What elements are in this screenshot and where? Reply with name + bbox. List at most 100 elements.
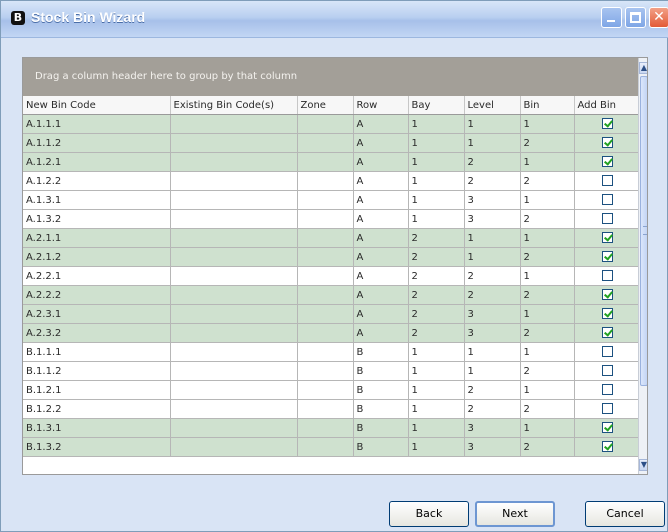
add-bin-checkbox[interactable] [602, 118, 613, 130]
group-by-panel[interactable]: Drag a column header here to group by th… [23, 58, 638, 96]
table-row[interactable]: A.1.2.2 A 1 2 2 [23, 171, 639, 191]
table-row[interactable]: A.1.1.1 A 1 1 1 [23, 114, 639, 134]
cell-row: A [353, 152, 409, 172]
cell-code: B.1.3.2 [23, 437, 171, 457]
add-bin-checkbox[interactable] [602, 441, 613, 453]
cell-row: A [353, 247, 409, 267]
title-bar[interactable]: B Stock Bin Wizard ✕ [1, 1, 668, 38]
column-header[interactable]: Existing Bin Code(s) [170, 96, 298, 115]
cell-zone [297, 247, 354, 267]
table-row[interactable]: A.2.2.2 A 2 2 2 [23, 285, 639, 305]
add-bin-checkbox[interactable] [602, 346, 613, 358]
table-row[interactable]: A.2.3.2 A 2 3 2 [23, 323, 639, 343]
cell-level: 1 [464, 342, 521, 362]
column-header[interactable]: Level [464, 96, 521, 115]
cell-code: B.1.2.1 [23, 380, 171, 400]
cell-zone [297, 418, 354, 438]
cell-row: B [353, 361, 409, 381]
table-row[interactable]: A.1.1.2 A 1 1 2 [23, 133, 639, 153]
add-bin-checkbox[interactable] [602, 251, 613, 263]
cell-bay: 1 [408, 399, 465, 419]
cell-existing [170, 399, 298, 419]
table-row[interactable]: B.1.3.2 B 1 3 2 [23, 437, 639, 457]
table-row[interactable]: A.2.3.1 A 2 3 1 [23, 304, 639, 324]
cell-row: A [353, 228, 409, 248]
scroll-down-button[interactable]: ▼ [639, 459, 647, 471]
add-bin-checkbox[interactable] [602, 365, 613, 377]
add-bin-checkbox[interactable] [602, 194, 613, 206]
cell-add-bin [574, 114, 639, 134]
cell-row: B [353, 342, 409, 362]
table-row[interactable]: A.2.1.2 A 2 1 2 [23, 247, 639, 267]
cell-add-bin [574, 209, 639, 229]
add-bin-checkbox[interactable] [602, 232, 613, 244]
add-bin-checkbox[interactable] [602, 213, 613, 225]
table-row[interactable]: A.1.3.1 A 1 3 1 [23, 190, 639, 210]
add-bin-checkbox[interactable] [602, 175, 613, 187]
cell-bay: 1 [408, 380, 465, 400]
cell-code: B.1.3.1 [23, 418, 171, 438]
cell-code: A.1.2.1 [23, 152, 171, 172]
close-button[interactable]: ✕ [649, 7, 668, 28]
table-row[interactable]: A.2.1.1 A 2 1 1 [23, 228, 639, 248]
vertical-scrollbar[interactable]: ▲ ▼ [638, 58, 647, 474]
table-row[interactable]: B.1.2.2 B 1 2 2 [23, 399, 639, 419]
cell-zone [297, 152, 354, 172]
add-bin-checkbox[interactable] [602, 270, 613, 282]
cancel-button[interactable]: Cancel [585, 501, 665, 527]
column-header[interactable]: Bin [520, 96, 575, 115]
cell-existing [170, 190, 298, 210]
cell-level: 3 [464, 418, 521, 438]
table-row[interactable]: A.2.2.1 A 2 2 1 [23, 266, 639, 286]
next-button[interactable]: Next [475, 501, 555, 527]
add-bin-checkbox[interactable] [602, 422, 613, 434]
grid-body: A.1.1.1 A 1 1 1 A.1.1.2 A 1 1 2 A.1.2.1 A 1 2 1 A.1.2.2… [23, 114, 639, 457]
cell-bin: 1 [520, 266, 575, 286]
cell-add-bin [574, 342, 639, 362]
scroll-up-button[interactable]: ▲ [639, 62, 647, 74]
table-row[interactable]: B.1.1.2 B 1 1 2 [23, 361, 639, 381]
cell-bay: 1 [408, 190, 465, 210]
grip-icon [643, 226, 647, 235]
add-bin-checkbox[interactable] [602, 156, 613, 168]
table-row[interactable]: A.1.2.1 A 1 2 1 [23, 152, 639, 172]
column-header[interactable]: Zone [297, 96, 354, 115]
cell-add-bin [574, 361, 639, 381]
cell-existing [170, 418, 298, 438]
cell-bin: 1 [520, 418, 575, 438]
add-bin-checkbox[interactable] [602, 289, 613, 301]
column-header[interactable]: Add Bin [574, 96, 639, 115]
header-row: New Bin Code Existing Bin Code(s) Zone Row B… [23, 96, 639, 115]
cell-row: A [353, 304, 409, 324]
cell-level: 1 [464, 361, 521, 381]
add-bin-checkbox[interactable] [602, 384, 613, 396]
cell-zone [297, 323, 354, 343]
cell-level: 1 [464, 228, 521, 248]
table-row[interactable]: B.1.3.1 B 1 3 1 [23, 418, 639, 438]
cell-add-bin [574, 190, 639, 210]
back-button[interactable]: Back [389, 501, 469, 527]
table-row[interactable]: B.1.1.1 B 1 1 1 [23, 342, 639, 362]
cell-bin: 2 [520, 361, 575, 381]
column-header[interactable]: New Bin Code [23, 96, 171, 115]
maximize-button[interactable] [625, 7, 646, 28]
cell-zone [297, 190, 354, 210]
add-bin-checkbox[interactable] [602, 308, 613, 320]
cell-bin: 2 [520, 437, 575, 457]
add-bin-checkbox[interactable] [602, 403, 613, 415]
cell-add-bin [574, 171, 639, 191]
maximize-icon [630, 12, 641, 23]
column-header[interactable]: Row [353, 96, 409, 115]
cell-level: 2 [464, 171, 521, 191]
cell-zone [297, 209, 354, 229]
add-bin-checkbox[interactable] [602, 137, 613, 149]
minimize-button[interactable] [601, 7, 622, 28]
cell-add-bin [574, 437, 639, 457]
table-row[interactable]: A.1.3.2 A 1 3 2 [23, 209, 639, 229]
cell-bay: 1 [408, 361, 465, 381]
scroll-thumb[interactable] [640, 76, 647, 386]
add-bin-checkbox[interactable] [602, 327, 613, 339]
table-row[interactable]: B.1.2.1 B 1 2 1 [23, 380, 639, 400]
cell-existing [170, 247, 298, 267]
column-header[interactable]: Bay [408, 96, 465, 115]
